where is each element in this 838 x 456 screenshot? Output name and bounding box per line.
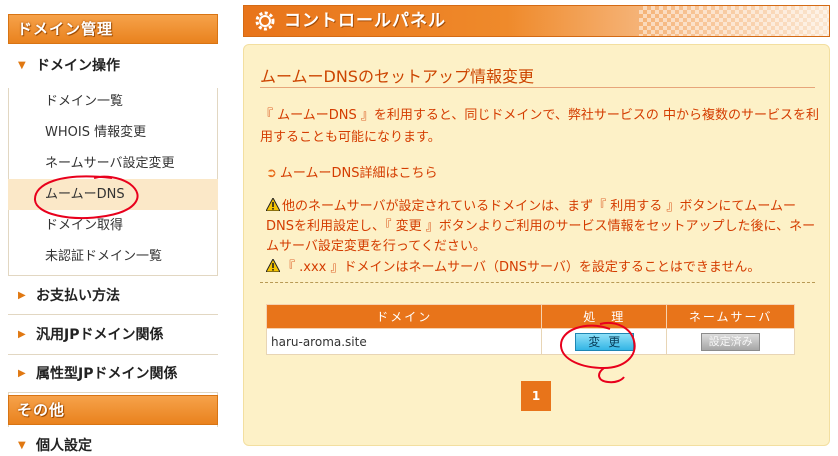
warning-icon [266, 259, 280, 272]
sidebar: ドメイン管理 ▼ ドメイン操作 ドメイン一覧 WHOIS 情報変更 ネームサーバ… [0, 0, 220, 456]
domain-table: ドメイン 処 理 ネームサーバ haru-aroma.site 変更 設定済み [265, 304, 795, 355]
nameserver-cell: 設定済み [666, 328, 795, 355]
triangle-down-icon: ▼ [18, 60, 26, 71]
table-row: haru-aroma.site 変更 設定済み [265, 328, 795, 355]
checker-pattern [639, 6, 829, 36]
warning-icon [266, 198, 280, 211]
domain-cell: haru-aroma.site [265, 328, 543, 355]
warning-nameserver: 他のネームサーバが設定されているドメインは、まず『 利用する 』ボタンにてムーム… [266, 197, 821, 257]
sidebar-item-unverified[interactable]: 未認証ドメイン一覧 [8, 241, 218, 272]
action-cell: 変更 [541, 328, 668, 355]
triangle-right-icon: ▶ [18, 290, 26, 301]
triangle-down-icon: ▼ [18, 440, 26, 451]
triangle-right-icon: ▶ [18, 329, 26, 340]
title-divider [260, 87, 815, 88]
sidebar-header-other: その他 [8, 395, 218, 425]
sidebar-item-get-domain[interactable]: ドメイン取得 [8, 210, 218, 241]
sidebar-section-label: 属性型JPドメイン関係 [36, 366, 178, 382]
warning-xxx-text: 『 .xxx 』ドメインはネームサーバ（DNSサーバ）を設定することはできません… [282, 260, 761, 275]
sidebar-section-domain-ops[interactable]: ▼ ドメイン操作 [8, 44, 218, 88]
sidebar-section-label: 個人設定 [36, 438, 92, 454]
description-text: 『 ムームーDNS 』を利用すると、同じドメインで、弊社サービスの 中から複数の… [260, 108, 819, 145]
column-header-action: 処 理 [541, 304, 668, 329]
gear-icon [255, 11, 275, 31]
control-panel-title: コントロールパネル [284, 11, 446, 31]
configured-button: 設定済み [701, 332, 761, 351]
page: ドメイン管理 ▼ ドメイン操作 ドメイン一覧 WHOIS 情報変更 ネームサーバ… [0, 0, 838, 456]
table-header-row: ドメイン 処 理 ネームサーバ [265, 304, 795, 329]
sidebar-section-payment[interactable]: ▶ お支払い方法 [8, 275, 218, 315]
dns-details-link[interactable]: ➲ ムームーDNS詳細はこちら [266, 162, 438, 181]
dns-details-link-text[interactable]: ムームーDNS詳細はこちら [280, 166, 438, 181]
sidebar-item-whois[interactable]: WHOIS 情報変更 [8, 117, 218, 148]
sidebar-item-nameserver[interactable]: ネームサーバ設定変更 [8, 148, 218, 179]
change-button[interactable]: 変更 [574, 332, 634, 351]
column-header-domain: ドメイン [265, 304, 543, 329]
sidebar-section-label: 汎用JPドメイン関係 [36, 327, 164, 343]
sidebar-section-personal[interactable]: ▼ 個人設定 [8, 427, 218, 456]
main-panel: ムームーDNSのセットアップ情報変更 『 ムームーDNS 』を利用すると、同じド… [243, 44, 830, 446]
sidebar-item-muumuu-dns[interactable]: ムームーDNS [8, 179, 218, 210]
page-title: ムームーDNSのセットアップ情報変更 [260, 67, 534, 86]
sidebar-section-label: お支払い方法 [36, 288, 120, 304]
warning-xxx: 『 .xxx 』ドメインはネームサーバ（DNSサーバ）を設定することはできません… [266, 258, 821, 278]
column-header-nameserver: ネームサーバ [666, 304, 795, 329]
control-panel-title-bar: コントロールパネル [243, 5, 830, 37]
sidebar-section-label: ドメイン操作 [36, 58, 120, 74]
dashed-divider [260, 282, 815, 283]
pagination-page[interactable]: 1 [521, 381, 551, 411]
triangle-right-icon: ▶ [18, 368, 26, 379]
sidebar-item-domain-list[interactable]: ドメイン一覧 [8, 86, 218, 117]
sidebar-section-generic-jp[interactable]: ▶ 汎用JPドメイン関係 [8, 315, 218, 355]
warning-nameserver-text: 他のネームサーバが設定されているドメインは、まず『 利用する 』ボタンにてムーム… [266, 199, 816, 254]
sidebar-header-domain: ドメイン管理 [8, 14, 218, 44]
arrow-right-icon: ➲ [266, 166, 277, 181]
sidebar-section-attribute-jp[interactable]: ▶ 属性型JPドメイン関係 [8, 355, 218, 393]
